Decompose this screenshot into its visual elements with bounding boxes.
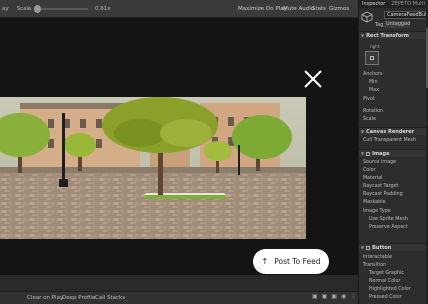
chevron-down-icon: ▼	[361, 151, 365, 156]
maximize-on-play-toggle[interactable]: Maximize On Play	[238, 6, 287, 12]
console-toolbar: Clear on Play Deep Profile Call Stacks	[0, 291, 358, 304]
button-component-header[interactable]: ▼ Button	[359, 243, 428, 251]
normal-color-label: Normal Color	[369, 279, 401, 284]
interactable-label: Interactable	[363, 255, 392, 260]
clear-on-play-toggle[interactable]: Clear on Play	[27, 295, 63, 301]
call-stacks-dropdown[interactable]: Call Stacks	[95, 295, 125, 301]
display-label[interactable]: ay	[2, 6, 9, 12]
cull-transparent-mesh-label: Cull Transparent Mesh	[363, 138, 417, 143]
raycast-padding-foldout[interactable]: Raycast Padding	[363, 192, 403, 197]
inspector-tabs: Inspector ZEPETO Multi	[359, 0, 428, 8]
pressed-color-label: Pressed Color	[369, 295, 402, 300]
scene-image	[0, 97, 306, 239]
image-component-header[interactable]: ▼ Image	[359, 149, 428, 157]
close-button[interactable]	[302, 68, 324, 90]
maskable-label: Maskable	[363, 200, 386, 205]
game-view: ↑ Post To Feed	[0, 18, 358, 275]
anchor-icon	[370, 56, 374, 60]
arrow-up-icon: ↑	[261, 257, 269, 266]
rect-transform-header[interactable]: ▼ Rect Transform	[359, 31, 428, 39]
object-header: CameraFeedButton Tag Untagged	[359, 8, 428, 30]
chevron-down-icon: ▼	[361, 245, 365, 250]
tag-label: Tag	[375, 22, 384, 28]
target-graphic-label: Target Graphic	[369, 271, 405, 276]
material-label: Material	[363, 176, 383, 181]
close-icon	[304, 70, 322, 88]
anchors-foldout[interactable]: Anchors	[363, 72, 382, 77]
anchors-min-label: Min	[369, 80, 378, 85]
object-name-field[interactable]: CameraFeedButton	[384, 11, 428, 19]
game-view-bottom-strip	[0, 275, 358, 291]
tag-dropdown[interactable]: Untagged	[384, 21, 410, 28]
source-image-label: Source Image	[363, 160, 397, 165]
button-enabled-checkbox[interactable]	[366, 245, 371, 250]
image-type-label: Image Type	[363, 209, 391, 214]
scale-label: Scale	[16, 5, 32, 12]
cube-icon	[361, 11, 373, 23]
pivot-label: Pivot	[363, 97, 375, 102]
image-enabled-checkbox[interactable]	[366, 151, 371, 156]
tab-inspector[interactable]: Inspector	[359, 1, 388, 7]
use-sprite-mesh-label: Use Sprite Mesh	[369, 217, 408, 222]
chevron-down-icon: ▼	[361, 129, 365, 134]
color-label: Color	[363, 168, 376, 173]
console-icons[interactable]: ▣▣▣◉⋮	[312, 293, 360, 300]
chevron-down-icon: ▼	[361, 33, 365, 38]
highlighted-color-label: Highlighted Color	[369, 287, 411, 292]
stats-toggle[interactable]: Stats	[312, 6, 326, 12]
scale-slider-handle[interactable]	[34, 5, 41, 13]
scale-slider-track[interactable]	[36, 8, 88, 10]
scale-value: 0.61x	[95, 6, 111, 12]
scale-field-label: Scale	[363, 117, 376, 122]
transition-label: Transition	[363, 263, 387, 268]
post-to-feed-button[interactable]: ↑ Post To Feed	[253, 249, 329, 274]
anchors-max-label: Max	[369, 88, 379, 93]
deep-profile-toggle[interactable]: Deep Profile	[62, 295, 95, 301]
tab-zepeto-multi[interactable]: ZEPETO Multi	[388, 1, 428, 7]
gizmos-toggle[interactable]: Gizmos	[329, 6, 349, 12]
mute-audio-toggle[interactable]: Mute Audio	[283, 6, 314, 12]
inspector-panel: Inspector ZEPETO Multi CameraFeedButton …	[358, 0, 428, 304]
canvas-renderer-header[interactable]: ▼ Canvas Renderer	[359, 127, 428, 135]
post-to-feed-label: Post To Feed	[274, 257, 321, 266]
anchor-hint: right	[370, 44, 380, 49]
anchor-presets-button[interactable]	[365, 51, 379, 65]
preserve-aspect-label: Preserve Aspect	[369, 225, 408, 230]
raycast-target-label: Raycast Target	[363, 184, 399, 189]
feed-camera-preview	[0, 97, 306, 239]
rotation-label: Rotation	[363, 109, 384, 114]
